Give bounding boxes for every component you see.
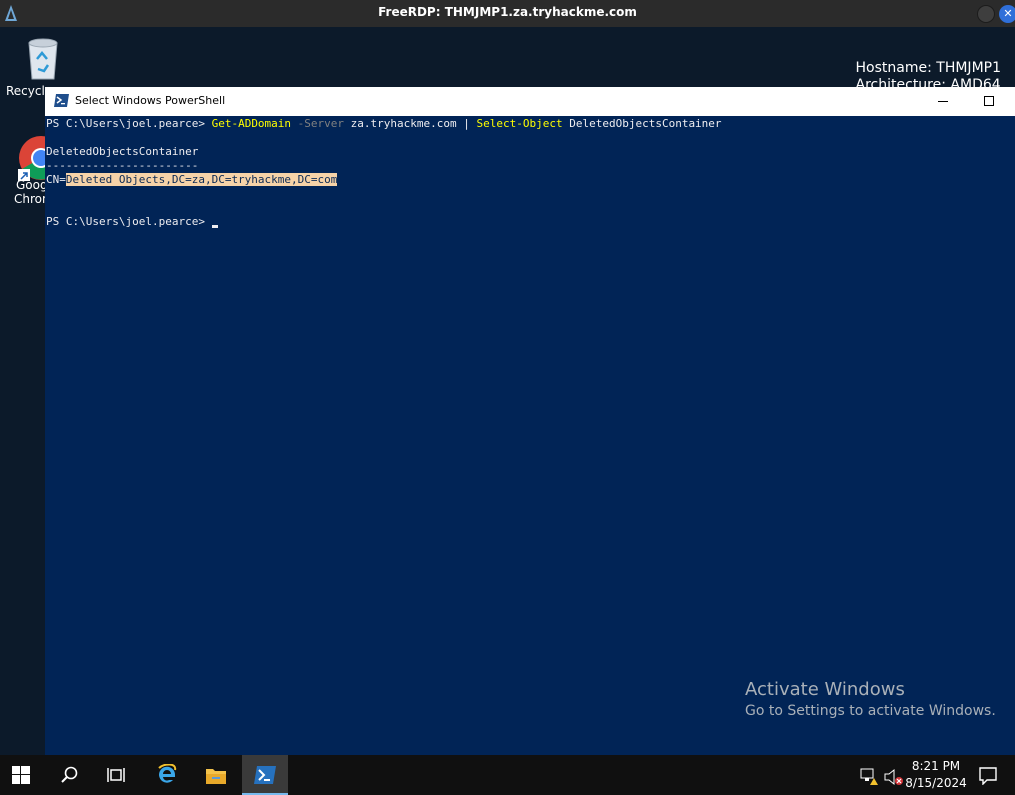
- powershell-icon: [254, 766, 276, 784]
- volume-muted-icon: [884, 768, 903, 786]
- search-icon: [61, 766, 78, 783]
- console-line-prompt: PS C:\Users\joel.pearce>: [46, 215, 218, 229]
- freerdp-minimize-button[interactable]: [977, 5, 995, 23]
- activate-windows-watermark: Activate Windows Go to Settings to activ…: [745, 679, 996, 719]
- bginfo-hostname: Hostname: THMJMP1: [855, 60, 1001, 76]
- cmdlet-get-addomain: Get-ADDomain: [211, 117, 292, 130]
- output-separator: -----------------------: [46, 159, 199, 172]
- file-explorer-button[interactable]: [193, 755, 239, 795]
- freerdp-titlebar: FreeRDP: THMJMP1.za.tryhackme.com ✕: [0, 0, 1015, 27]
- notifications-icon: [979, 767, 997, 785]
- freerdp-window-title: FreeRDP: THMJMP1.za.tryhackme.com: [378, 5, 637, 19]
- prompt-text: PS C:\Users\joel.pearce>: [46, 117, 212, 130]
- bginfo-overlay: Hostname: THMJMP1 Architecture: AMD64: [856, 60, 1001, 88]
- start-icon: [12, 766, 30, 784]
- recycle-bin-icon: [27, 38, 58, 80]
- output-value: CN=Deleted Objects,DC=za,DC=tryhackme,DC…: [46, 173, 338, 187]
- watermark-subtitle: Go to Settings to activate Windows.: [745, 703, 996, 719]
- powershell-icon: [54, 94, 69, 107]
- console-line-command: PS C:\Users\joel.pearce> Get-ADDomain -S…: [46, 117, 722, 131]
- start-button[interactable]: [0, 755, 46, 795]
- file-explorer-icon: [206, 769, 226, 784]
- argument-property: DeletedObjectsContainer: [562, 117, 722, 130]
- powershell-taskbar-button[interactable]: [242, 755, 288, 795]
- output-header: DeletedObjectsContainer: [46, 145, 199, 158]
- task-view-button[interactable]: [93, 755, 139, 795]
- prompt-text-2: PS C:\Users\joel.pearce>: [46, 215, 212, 228]
- network-warning-icon: [860, 768, 878, 785]
- task-view-icon: [107, 768, 125, 782]
- powershell-console[interactable]: PS C:\Users\joel.pearce> Get-ADDomain -S…: [45, 116, 1015, 756]
- pipe-operator: |: [463, 117, 477, 130]
- freerdp-close-button[interactable]: ✕: [999, 5, 1015, 23]
- watermark-title: Activate Windows: [745, 679, 905, 700]
- internet-explorer-button[interactable]: [145, 755, 191, 795]
- system-clock[interactable]: 8:21 PM 8/15/2024: [905, 758, 967, 792]
- argument-server: za.tryhackme.com: [344, 117, 464, 130]
- internet-explorer-icon: [158, 764, 177, 783]
- powershell-window-title: Select Windows PowerShell: [75, 94, 226, 107]
- powershell-window[interactable]: Select Windows PowerShell PS C:\Users\jo…: [45, 87, 1015, 756]
- value-prefix: CN=: [46, 173, 66, 186]
- clock-time: 8:21 PM: [911, 759, 961, 773]
- powershell-titlebar[interactable]: Select Windows PowerShell: [45, 87, 1015, 116]
- selected-text[interactable]: Deleted Objects,DC=za,DC=tryhackme,DC=co…: [65, 173, 338, 186]
- clock-date: 8/15/2024: [905, 776, 967, 790]
- cmdlet-select-object: Select-Object: [476, 117, 563, 130]
- action-center-button[interactable]: [975, 755, 1015, 795]
- maximize-icon[interactable]: [981, 93, 997, 109]
- taskbar: 8:21 PM 8/15/2024: [0, 755, 1015, 795]
- search-button[interactable]: [46, 755, 92, 795]
- minimize-icon[interactable]: [935, 93, 951, 109]
- parameter-server: -Server: [291, 117, 345, 130]
- text-cursor: [211, 225, 218, 228]
